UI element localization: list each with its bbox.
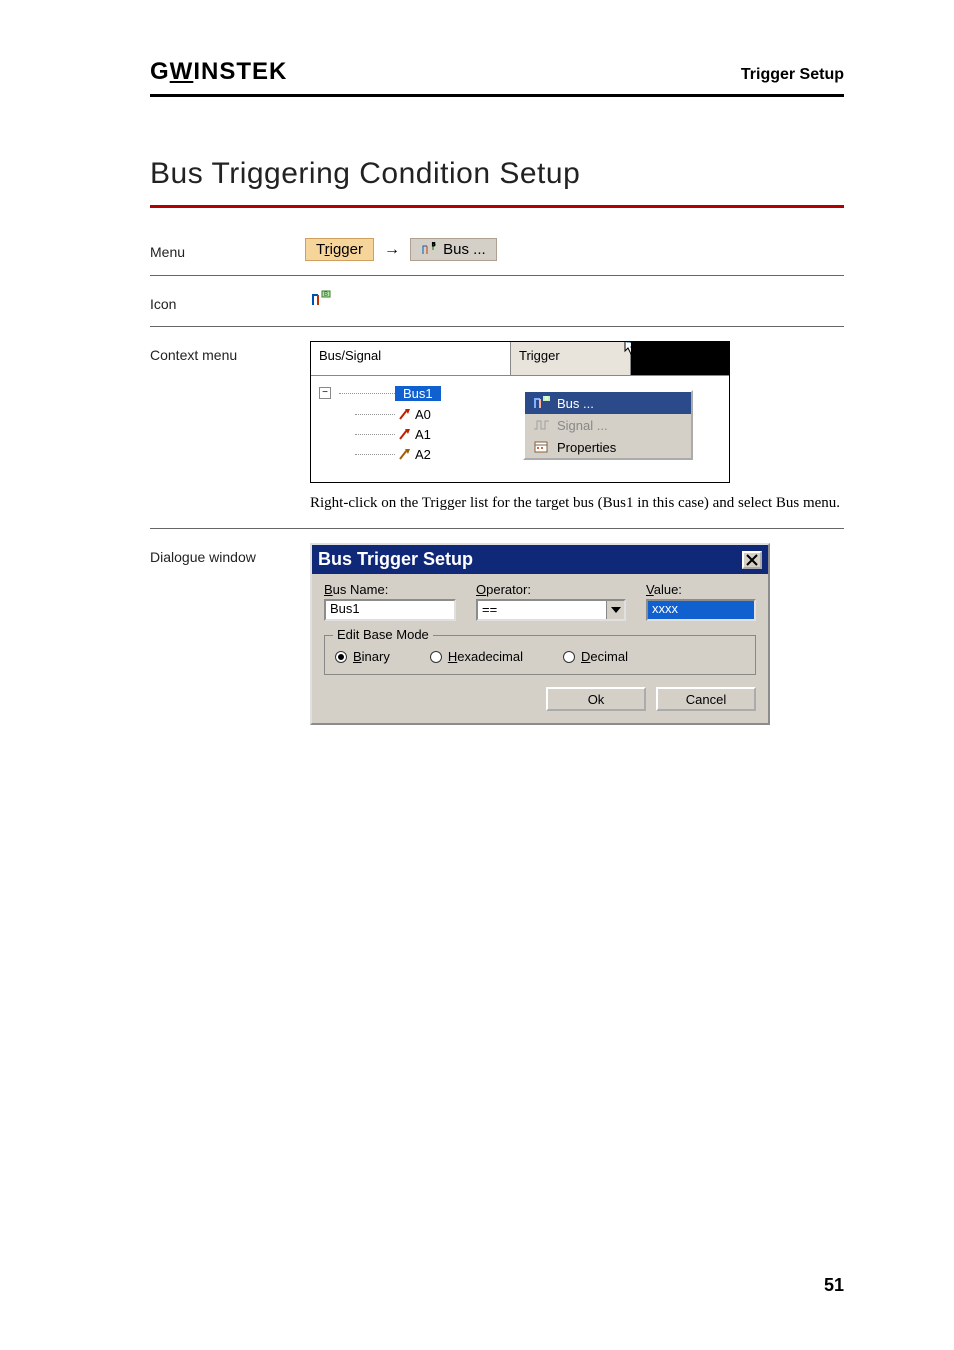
- label-bus-name: Bus Name:: [324, 582, 456, 597]
- group-title: Edit Base Mode: [333, 627, 433, 642]
- row-label-icon: Icon: [150, 290, 310, 312]
- radio-hex[interactable]: Hexadecimal: [430, 649, 523, 664]
- title-rule: [150, 205, 844, 208]
- radio-dot-icon: [335, 651, 347, 663]
- tree-bus-node[interactable]: Bus1: [395, 386, 441, 401]
- row-sep-2: [150, 326, 844, 327]
- popup-item-bus[interactable]: B Bus ...: [525, 392, 691, 414]
- properties-icon: [533, 439, 551, 455]
- row-sep-3: [150, 528, 844, 529]
- arrow-icon: →: [384, 241, 400, 259]
- bus-trigger-toolbar-icon[interactable]: B: [310, 290, 332, 310]
- radio-dot-icon: [563, 651, 575, 663]
- ok-button[interactable]: Ok: [546, 687, 646, 711]
- menu-bus-label: Bus ...: [443, 241, 486, 258]
- col-header-trigger: Trigger: [511, 342, 631, 376]
- radio-binary[interactable]: Binary: [335, 649, 390, 664]
- page-number: 51: [824, 1275, 844, 1296]
- waveform-ticks: [523, 378, 729, 390]
- chevron-down-icon[interactable]: [606, 601, 624, 619]
- group-edit-base-mode: Edit Base Mode Binary Hexadecimal Decima…: [324, 635, 756, 675]
- label-value: Value:: [646, 582, 756, 597]
- menu-bus[interactable]: B Bus ...: [410, 238, 497, 261]
- close-button[interactable]: [742, 551, 762, 569]
- section-label: Trigger Setup: [741, 66, 844, 84]
- context-popup: B Bus ... Signal ... Prop: [523, 390, 693, 460]
- tree-signal-a0[interactable]: A0: [355, 404, 441, 424]
- signal-icon: [533, 417, 551, 433]
- bus-icon: B: [533, 395, 551, 411]
- row-label-context: Context menu: [150, 341, 310, 363]
- row-label-menu: Menu: [150, 238, 310, 260]
- header-rule: [150, 94, 844, 97]
- bus-trigger-dialog: Bus Trigger Setup Bus Name: Bus1 Operato…: [310, 543, 770, 725]
- col-header-bus-signal: Bus/Signal: [311, 342, 511, 376]
- row-sep-1: [150, 275, 844, 276]
- tree-signal-a1[interactable]: A1: [355, 424, 441, 444]
- bus-trigger-icon: B: [421, 242, 439, 258]
- svg-text:B: B: [324, 292, 328, 298]
- label-operator: Operator:: [476, 582, 626, 597]
- input-bus-name[interactable]: Bus1: [324, 599, 456, 621]
- cancel-button[interactable]: Cancel: [656, 687, 756, 711]
- popup-item-signal: Signal ...: [525, 414, 691, 436]
- popup-item-properties[interactable]: Properties: [525, 436, 691, 458]
- page-title: Bus Triggering Condition Setup: [150, 157, 844, 191]
- menu-trigger-text[interactable]: Trigger: [305, 238, 374, 261]
- input-value[interactable]: xxxx: [646, 599, 756, 621]
- close-icon: [746, 554, 758, 566]
- context-caption: Right-click on the Trigger list for the …: [310, 493, 844, 514]
- signal-tree: − Bus1 A0 A1: [319, 382, 441, 464]
- dialog-titlebar: Bus Trigger Setup: [310, 543, 770, 574]
- dialog-title-text: Bus Trigger Setup: [318, 549, 473, 570]
- brand-logo: GWINSTEK: [150, 58, 287, 86]
- tree-signal-a2[interactable]: A2: [355, 444, 441, 464]
- radio-decimal[interactable]: Decimal: [563, 649, 628, 664]
- radio-dot-icon: [430, 651, 442, 663]
- context-menu-screenshot: Bus/Signal Trigger −: [310, 341, 730, 483]
- select-operator[interactable]: ==: [476, 599, 626, 621]
- tree-expander-icon[interactable]: −: [319, 387, 331, 399]
- row-label-dialogue: Dialogue window: [150, 543, 310, 565]
